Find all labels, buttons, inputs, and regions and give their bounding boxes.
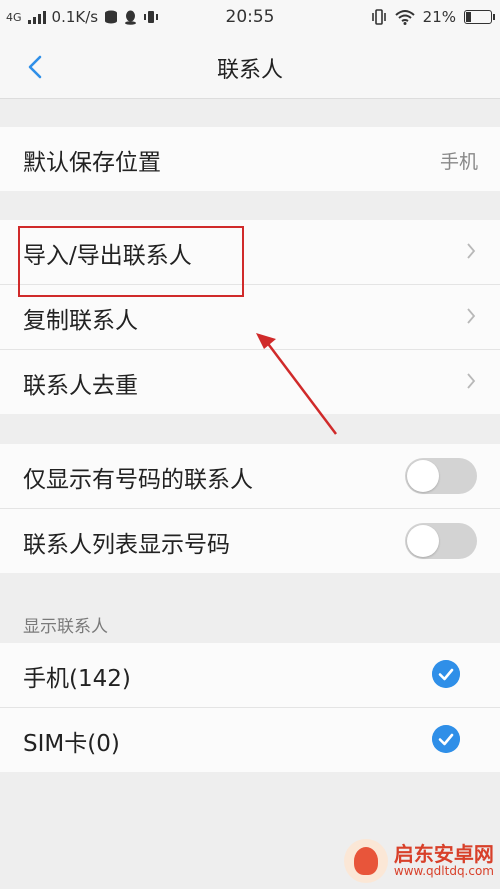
copy-contacts-label: 复制联系人: [23, 308, 138, 334]
wifi-icon: [394, 10, 415, 25]
battery-icon: [464, 10, 495, 24]
watermark-logo-icon: [343, 839, 388, 883]
chevron-right-icon: [467, 243, 476, 259]
watermark-title: 启东安卓网: [393, 842, 494, 867]
dedupe-contacts-label: 联系人去重: [23, 373, 138, 399]
vibrate-mode-icon: [371, 9, 386, 25]
dedupe-contacts-row[interactable]: 联系人去重: [0, 350, 500, 414]
default-storage-label: 默认保存位置: [23, 150, 161, 176]
source-sim-row[interactable]: SIM卡(0): [0, 708, 500, 772]
default-storage-row[interactable]: 默认保存位置 手机: [0, 127, 500, 191]
annotation-highlight-box: [18, 226, 244, 297]
battery-percent: 21%: [422, 8, 456, 26]
show-with-number-toggle[interactable]: [405, 458, 477, 494]
page-title: 联系人: [216, 58, 283, 83]
list-show-number-label: 联系人列表显示号码: [23, 532, 230, 558]
toggle-knob: [407, 460, 439, 492]
show-with-number-label: 仅显示有号码的联系人: [23, 467, 253, 493]
check-circle-icon[interactable]: [432, 725, 460, 753]
source-sim-label: SIM卡(0): [23, 731, 120, 757]
nav-bar: 联系人: [0, 36, 500, 99]
list-show-number-row: 联系人列表显示号码: [0, 509, 500, 573]
source-phone-label: 手机(142): [23, 666, 131, 692]
source-phone-row[interactable]: 手机(142): [0, 643, 500, 708]
display-options-group: 仅显示有号码的联系人 联系人列表显示号码: [0, 444, 500, 573]
chevron-right-icon: [467, 373, 476, 389]
section-header-display-contacts: 显示联系人: [23, 617, 108, 637]
watermark-url: www.qdltdq.com: [393, 864, 494, 879]
chevron-right-icon: [467, 308, 476, 324]
check-circle-icon[interactable]: [432, 660, 460, 688]
list-show-number-toggle[interactable]: [405, 523, 477, 559]
status-bar: 4G 0.1K/s 20:55 21%: [0, 0, 500, 36]
toggle-knob: [407, 525, 439, 557]
show-with-number-row: 仅显示有号码的联系人: [0, 444, 500, 509]
default-storage-value: 手机: [439, 151, 478, 173]
display-contacts-group: 手机(142) SIM卡(0): [0, 643, 500, 772]
storage-group: 默认保存位置 手机: [0, 127, 500, 191]
watermark: 启东安卓网 www.qdltdq.com: [343, 839, 494, 883]
